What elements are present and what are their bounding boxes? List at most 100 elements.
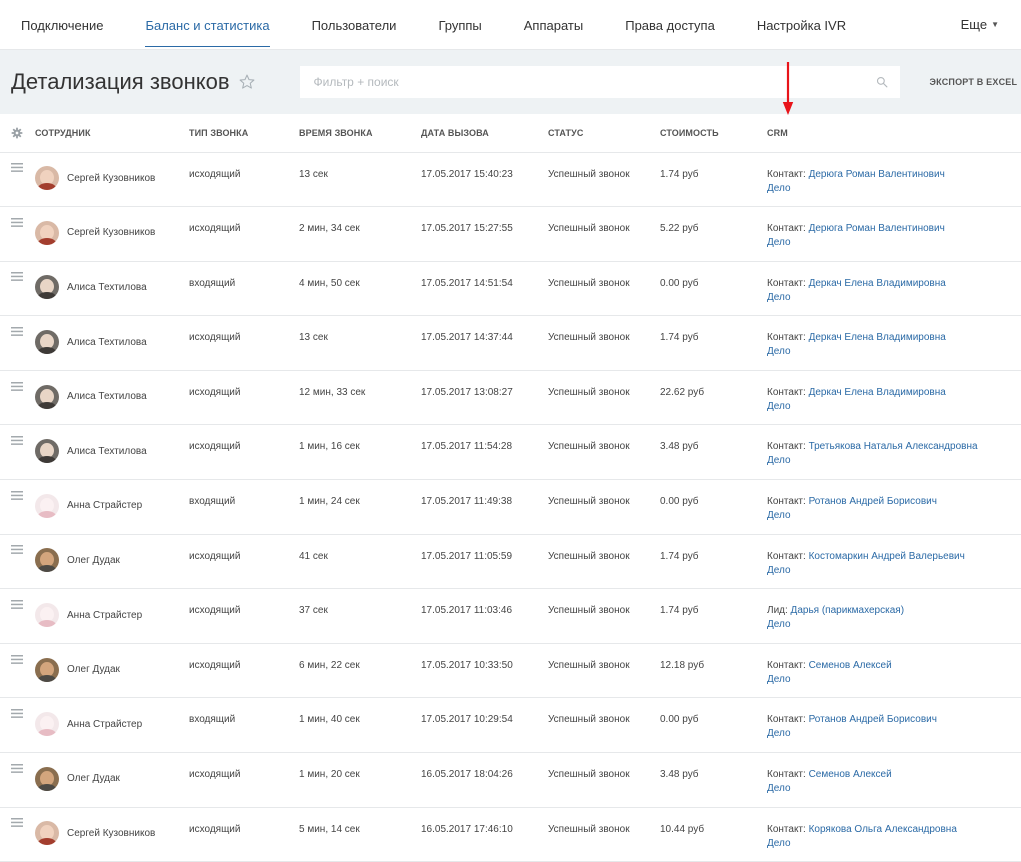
star-outline-icon[interactable]: [238, 73, 256, 91]
crm-deal-link[interactable]: Дело: [767, 509, 791, 523]
crm-entity-link[interactable]: Семенов Алексей: [809, 769, 892, 780]
call-type: входящий: [189, 714, 236, 726]
crm-entity-link[interactable]: Ротанов Андрей Борисович: [809, 714, 937, 725]
crm-entity-link[interactable]: Деркач Елена Владимировна: [809, 332, 946, 343]
employee-cell[interactable]: Анна Страйстер: [35, 712, 189, 737]
table-row[interactable]: Алиса Техтилова исходящий 13 сек 17.05.2017…: [0, 316, 1021, 371]
crm-cell: Контакт: Ротанов Андрей Борисович Дело: [767, 480, 1021, 535]
call-status: Успешный звонок: [548, 332, 630, 344]
table-row[interactable]: Олег Дудак исходящий 1 мин, 20 сек 16.05.20…: [0, 753, 1021, 808]
employee-cell[interactable]: Олег Дудак: [35, 766, 189, 791]
crm-deal-link[interactable]: Дело: [767, 454, 791, 468]
crm-deal-link[interactable]: Дело: [767, 618, 791, 632]
employee-cell[interactable]: Анна Страйстер: [35, 603, 189, 628]
column-header-duration[interactable]: Время звонка: [299, 114, 421, 153]
employee-cell[interactable]: Олег Дудак: [35, 548, 189, 573]
table-row[interactable]: Анна Страйстер исходящий 37 сек 17.05.2017 …: [0, 589, 1021, 644]
crm-deal-link[interactable]: Дело: [767, 727, 791, 741]
crm-entity-type: Контакт:: [767, 386, 806, 398]
tab-ivr-settings[interactable]: Настройка IVR: [736, 0, 867, 50]
table-row[interactable]: Сергей Кузовников исходящий 5 мин, 14 сек 1…: [0, 807, 1021, 862]
crm-deal-link[interactable]: Дело: [767, 345, 791, 359]
crm-deal-link[interactable]: Дело: [767, 236, 791, 250]
table-row[interactable]: Сергей Кузовников исходящий 13 сек 17.05.20…: [0, 152, 1021, 207]
crm-cell: Контакт: Дерюга Роман Валентинович Дело: [767, 207, 1021, 262]
crm-entity-link[interactable]: Дерюга Роман Валентинович: [809, 169, 945, 180]
call-duration: 1 мин, 40 сек: [299, 714, 360, 726]
gear-icon[interactable]: [11, 127, 23, 139]
call-cost: 12.18 руб: [660, 659, 705, 671]
drag-handle-icon[interactable]: [11, 600, 23, 609]
drag-handle-icon[interactable]: [11, 217, 23, 227]
crm-entity-link[interactable]: Дарья (парикмахерская): [791, 605, 904, 616]
tab-balance-statistics[interactable]: Баланс и статистика: [124, 0, 290, 50]
drag-handle-icon[interactable]: [11, 436, 23, 446]
tab-groups[interactable]: Группы: [417, 0, 502, 50]
column-header-employee[interactable]: Сотрудник: [35, 114, 189, 153]
drag-handle-icon[interactable]: [11, 545, 23, 555]
column-header-status[interactable]: Статус: [548, 114, 660, 153]
crm-deal-link[interactable]: Дело: [767, 837, 791, 851]
employee-cell[interactable]: Алиса Техтилова: [35, 275, 189, 300]
crm-entity-link[interactable]: Корякова Ольга Александровна: [809, 824, 957, 835]
crm-entity-link[interactable]: Дерюга Роман Валентинович: [809, 223, 945, 234]
crm-deal-link[interactable]: Дело: [767, 782, 791, 796]
crm-deal-link[interactable]: Дело: [767, 182, 791, 196]
call-type: исходящий: [189, 550, 241, 562]
crm-deal-link[interactable]: Дело: [767, 673, 791, 687]
drag-handle-icon[interactable]: [11, 163, 23, 173]
employee-cell[interactable]: Сергей Кузовников: [35, 821, 189, 846]
call-cost: 0.00 руб: [660, 277, 699, 289]
more-menu-button[interactable]: Еще ▼: [961, 17, 1021, 32]
tab-access-rights[interactable]: Права доступа: [604, 0, 736, 50]
call-type: входящий: [189, 496, 236, 508]
drag-handle-icon[interactable]: [11, 272, 23, 282]
table-row[interactable]: Алиса Техтилова исходящий 1 мин, 16 сек 17.…: [0, 425, 1021, 480]
crm-cell: Контакт: Деркач Елена Владимировна Дело: [767, 316, 1021, 371]
crm-entity-link[interactable]: Третьякова Наталья Александровна: [809, 441, 978, 452]
table-row[interactable]: Анна Страйстер входящий 1 мин, 24 сек 17.05…: [0, 480, 1021, 535]
column-header-call-type[interactable]: Тип звонка: [189, 114, 299, 153]
call-cost: 1.74 руб: [660, 605, 699, 617]
tab-users[interactable]: Пользователи: [291, 0, 418, 50]
crm-entity-link[interactable]: Семенов Алексей: [809, 660, 892, 671]
drag-handle-icon[interactable]: [11, 818, 23, 828]
table-row[interactable]: Алиса Техтилова исходящий 12 мин, 33 сек 17…: [0, 370, 1021, 425]
drag-handle-icon[interactable]: [11, 327, 23, 336]
employee-cell[interactable]: Анна Страйстер: [35, 493, 189, 518]
crm-entity-link[interactable]: Ротанов Андрей Борисович: [809, 496, 937, 507]
tab-devices[interactable]: Аппараты: [503, 0, 604, 50]
drag-handle-icon[interactable]: [11, 763, 23, 773]
crm-deal-link[interactable]: Дело: [767, 564, 791, 578]
column-header-date[interactable]: Дата вызова: [421, 114, 548, 153]
search-icon[interactable]: [876, 76, 888, 88]
call-date: 17.05.2017 11:05:59: [421, 550, 513, 562]
table-row[interactable]: Олег Дудак исходящий 6 мин, 22 сек 17.05.20…: [0, 643, 1021, 698]
column-header-crm[interactable]: CRM: [767, 114, 1021, 153]
table-row[interactable]: Олег Дудак исходящий 41 сек 17.05.2017 11:0…: [0, 534, 1021, 589]
call-cost: 22.62 руб: [660, 386, 705, 398]
crm-deal-link[interactable]: Дело: [767, 291, 791, 305]
crm-entity-link[interactable]: Деркач Елена Владимировна: [809, 387, 946, 398]
employee-cell[interactable]: Сергей Кузовников: [35, 166, 189, 191]
drag-handle-icon[interactable]: [11, 381, 23, 391]
drag-handle-icon[interactable]: [11, 490, 23, 500]
crm-entity-link[interactable]: Деркач Елена Владимировна: [809, 278, 946, 289]
table-row[interactable]: Алиса Техтилова входящий 4 мин, 50 сек 17.0…: [0, 261, 1021, 316]
employee-cell[interactable]: Олег Дудак: [35, 657, 189, 682]
settings-column[interactable]: [0, 114, 35, 153]
employee-cell[interactable]: Сергей Кузовников: [35, 220, 189, 245]
table-row[interactable]: Анна Страйстер входящий 1 мин, 40 сек 17.05…: [0, 698, 1021, 753]
employee-cell[interactable]: Алиса Техтилова: [35, 384, 189, 409]
employee-cell[interactable]: Алиса Техтилова: [35, 439, 189, 464]
crm-deal-link[interactable]: Дело: [767, 400, 791, 414]
tab-connection[interactable]: Подключение: [0, 0, 124, 50]
column-header-cost[interactable]: Стоимость: [660, 114, 767, 153]
call-type: входящий: [189, 277, 236, 289]
export-excel-button[interactable]: Экспорт в Excel: [930, 77, 1018, 88]
drag-handle-icon[interactable]: [11, 709, 23, 719]
drag-handle-icon[interactable]: [11, 654, 23, 664]
crm-entity-link[interactable]: Костомаркин Андрей Валерьевич: [809, 551, 965, 562]
table-row[interactable]: Сергей Кузовников исходящий 2 мин, 34 сек 1…: [0, 207, 1021, 262]
employee-cell[interactable]: Алиса Техтилова: [35, 330, 189, 355]
